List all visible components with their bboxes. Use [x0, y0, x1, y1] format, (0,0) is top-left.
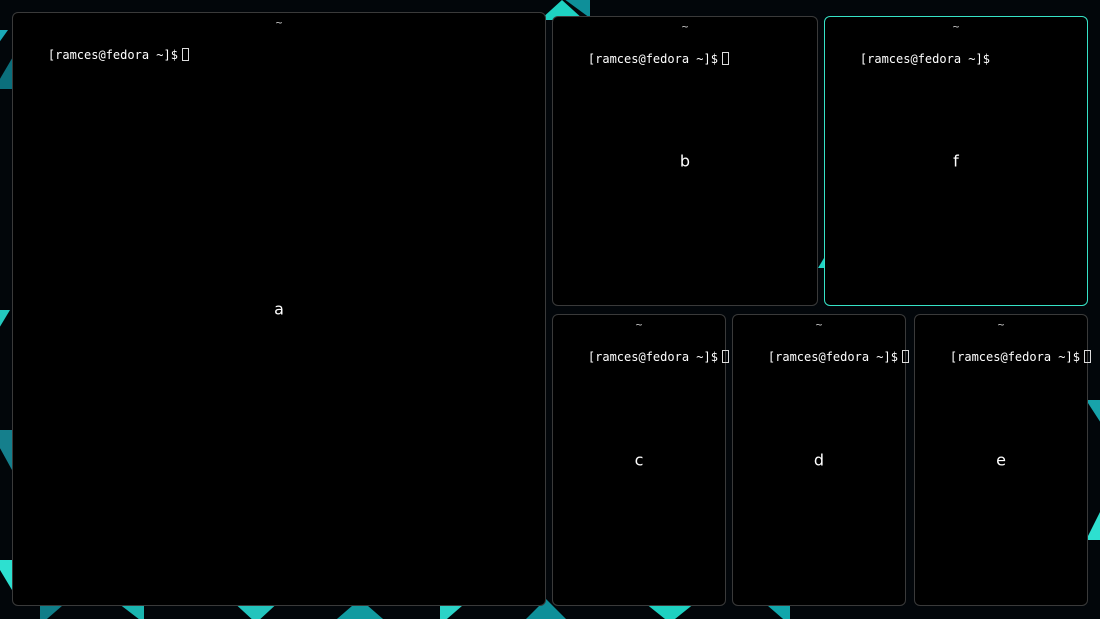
- title-text: ~: [276, 16, 283, 29]
- window-title: ~: [825, 17, 1087, 35]
- terminal-window-e[interactable]: ~ [ramces@fedora ~]$ e: [914, 314, 1088, 606]
- title-text: ~: [816, 318, 823, 331]
- text-cursor: [902, 350, 909, 363]
- shell-prompt: [ramces@fedora ~]$: [768, 349, 898, 365]
- window-title: ~: [553, 315, 725, 333]
- title-text: ~: [953, 20, 960, 33]
- shell-prompt: [ramces@fedora ~]$: [950, 349, 1080, 365]
- shell-prompt: [ramces@fedora ~]$: [588, 349, 718, 365]
- title-text: ~: [636, 318, 643, 331]
- shell-prompt: [ramces@fedora ~]$: [860, 51, 990, 67]
- text-cursor: [182, 48, 189, 61]
- terminal-window-b[interactable]: ~ [ramces@fedora ~]$ b: [552, 16, 818, 306]
- terminal-window-c[interactable]: ~ [ramces@fedora ~]$ c: [552, 314, 726, 606]
- terminal-window-d[interactable]: ~ [ramces@fedora ~]$ d: [732, 314, 906, 606]
- terminal-content[interactable]: [ramces@fedora ~]$: [559, 333, 719, 599]
- text-cursor: [722, 52, 729, 65]
- terminal-content[interactable]: [ramces@fedora ~]$: [831, 35, 1081, 299]
- terminal-content[interactable]: [ramces@fedora ~]$: [921, 333, 1081, 599]
- title-text: ~: [998, 318, 1005, 331]
- terminal-content[interactable]: [ramces@fedora ~]$: [19, 31, 539, 599]
- title-text: ~: [682, 20, 689, 33]
- text-cursor: [722, 350, 729, 363]
- shell-prompt: [ramces@fedora ~]$: [588, 51, 718, 67]
- window-title: ~: [553, 17, 817, 35]
- window-title: ~: [733, 315, 905, 333]
- shell-prompt: [ramces@fedora ~]$: [48, 47, 178, 63]
- terminal-window-f[interactable]: ~ [ramces@fedora ~]$ f: [824, 16, 1088, 306]
- text-cursor: [1084, 350, 1091, 363]
- terminal-content[interactable]: [ramces@fedora ~]$: [739, 333, 899, 599]
- terminal-window-a[interactable]: ~ [ramces@fedora ~]$ a: [12, 12, 546, 606]
- terminal-content[interactable]: [ramces@fedora ~]$: [559, 35, 811, 299]
- window-title: ~: [915, 315, 1087, 333]
- window-title: ~: [13, 13, 545, 31]
